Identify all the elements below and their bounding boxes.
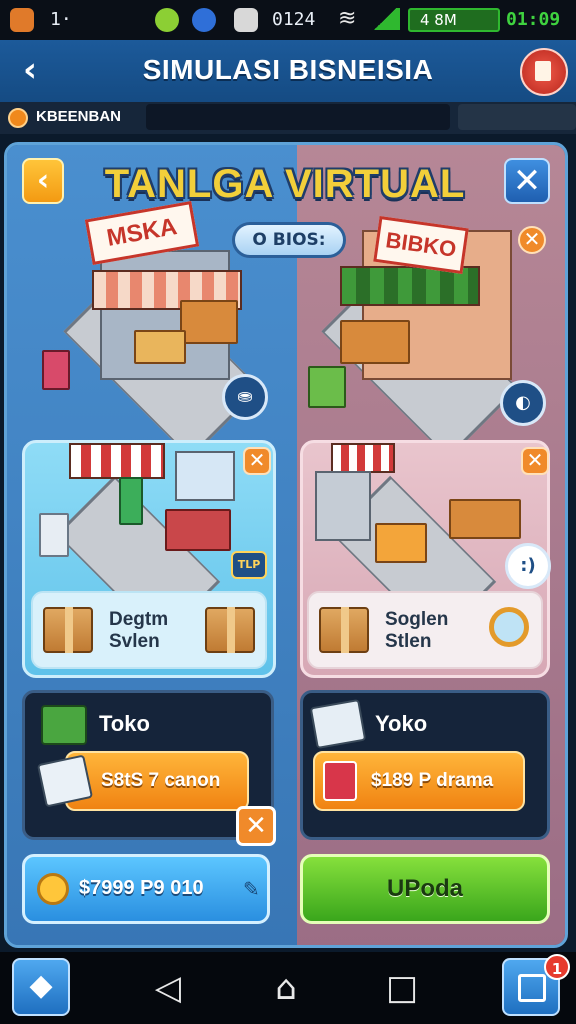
shelf-metal <box>315 471 371 541</box>
card-awning <box>331 443 395 473</box>
wifi-icon: ≋ <box>338 6 357 31</box>
yoko-price-text: $189 P drama <box>371 770 494 791</box>
sync-icon <box>155 8 179 32</box>
cashier <box>119 477 143 525</box>
shelf-left <box>39 513 69 557</box>
chair <box>375 523 427 563</box>
info-right-line1: Soglen <box>385 609 449 630</box>
cash-stack-icon <box>41 705 87 745</box>
clock: 01:09 <box>506 9 561 30</box>
update-button[interactable]: UPoda <box>300 854 550 924</box>
package-coin-icon <box>319 607 369 653</box>
checkout-counter <box>165 509 231 551</box>
document-icon <box>535 61 551 81</box>
shop-left-top[interactable]: MSKA ⛂ <box>40 200 280 459</box>
bluetooth-icon <box>192 8 216 32</box>
card-left-close[interactable]: ✕ <box>243 447 271 475</box>
yoko-card: Yoko $189 P drama <box>300 690 550 840</box>
toko-price-text: S8tS 7 canon <box>101 770 221 791</box>
signal-icon <box>370 8 400 30</box>
balance-button[interactable]: $7999 P9 010 ✎ <box>22 854 270 924</box>
display-screen <box>175 451 235 501</box>
trash-bin <box>42 350 70 390</box>
shopping-bag-icon <box>323 761 357 801</box>
yoko-label: Yoko <box>375 711 428 736</box>
card-awning <box>69 443 165 479</box>
chat-icon-button[interactable]: :) <box>505 543 551 589</box>
page-title: SIMULASI BISNEISIA <box>142 54 434 85</box>
panel-back-button[interactable]: ‹ <box>22 158 64 204</box>
counter <box>340 320 410 364</box>
shop-right-top[interactable]: BIBKO ✕ ◐ <box>300 200 550 459</box>
status-time-text: 0124 <box>272 9 316 30</box>
package-icon <box>43 607 93 653</box>
menu-button[interactable] <box>520 48 568 96</box>
notification-badge: 1 <box>544 954 570 980</box>
battery-indicator: 4 8M <box>408 8 500 32</box>
nav-home-icon[interactable]: ⌂ <box>262 964 310 1012</box>
status-bar: 1· 0124 ≋ 4 8M 01:09 <box>0 0 576 40</box>
nav-back-icon[interactable]: ◁ <box>144 964 192 1012</box>
coin-icon <box>8 108 28 128</box>
balance-text: $7999 P9 010 <box>79 877 204 899</box>
battery-text: 4 8M <box>420 11 457 29</box>
close-badge-top-right[interactable]: ✕ <box>518 226 546 254</box>
gear-coin-icon <box>37 873 69 905</box>
register-icon <box>309 698 367 750</box>
status-left-text: 1· <box>50 9 72 30</box>
table <box>449 499 521 539</box>
info-box-right: Soglen Stlen <box>307 591 543 669</box>
card-right-close[interactable]: ✕ <box>521 447 549 475</box>
panel-close-button[interactable]: ✕ <box>504 158 550 204</box>
system-nav-bar: ◆ ◁ ⌂ □ 1 <box>0 952 576 1024</box>
secondary-track <box>458 104 576 130</box>
pencil-icon: ✎ <box>243 877 260 901</box>
sub-bar-label: KBEENBAN <box>36 108 122 125</box>
cast-icon <box>234 8 258 32</box>
shelf-goods <box>180 300 238 344</box>
toko-label: Toko <box>99 711 150 736</box>
green-crate <box>308 366 346 408</box>
shop-card-left[interactable]: TLP ✕ Degtm Svlen <box>22 440 276 678</box>
package-icon-2 <box>205 607 255 653</box>
nav-recents-icon[interactable]: □ <box>378 964 426 1012</box>
nav-back-app-button[interactable]: ◆ <box>12 958 70 1016</box>
counter-goods <box>134 330 186 364</box>
progress-track <box>146 104 450 130</box>
tlp-badge-text: TLP <box>237 558 261 571</box>
tlp-badge: TLP <box>231 551 267 579</box>
shop-card-right[interactable]: ✕ :) Soglen Stlen <box>300 440 551 678</box>
app-header: ‹ SIMULASI BISNEISIA <box>0 40 576 102</box>
app-notification-icon <box>10 8 34 32</box>
info-left-line1: Degtm <box>109 609 169 630</box>
map-icon-button[interactable]: ◐ <box>500 380 546 426</box>
bag-icon-button[interactable]: ⛂ <box>222 374 268 420</box>
box-icon <box>518 974 546 1002</box>
info-box-left: Degtm Svlen <box>31 591 267 669</box>
magnifier-icon <box>489 607 529 647</box>
info-left-line2: Svlen <box>109 631 160 652</box>
info-right-line2: Stlen <box>385 631 432 652</box>
toko-price-button[interactable]: S8tS 7 canon <box>65 751 249 811</box>
toko-close-button[interactable]: ✕ <box>236 806 276 846</box>
